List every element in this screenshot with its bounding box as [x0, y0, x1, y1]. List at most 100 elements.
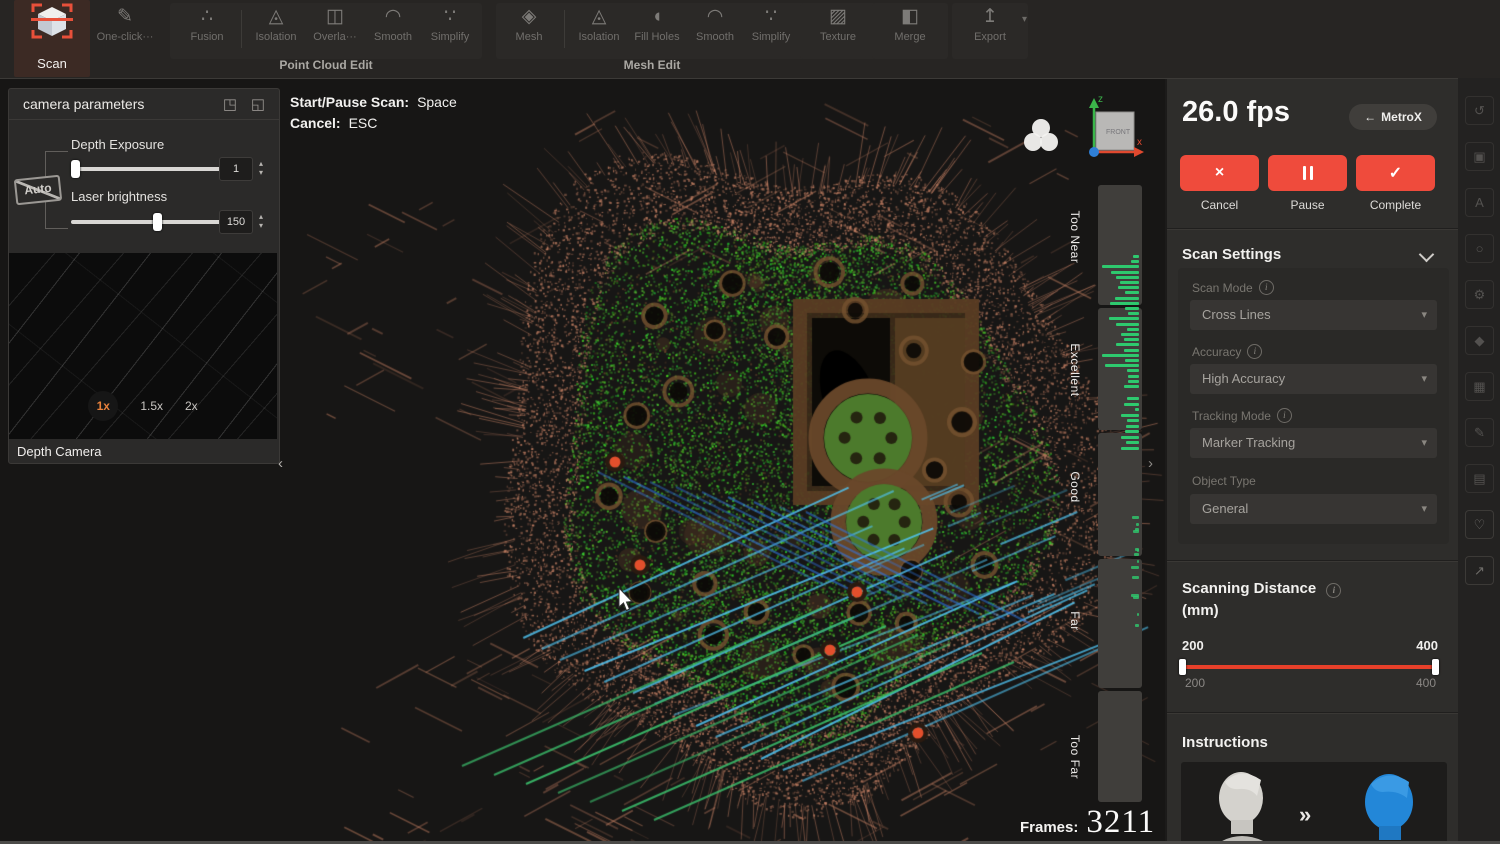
toolbar-fill-holes-button[interactable]: ◖ Fill Holes	[628, 6, 686, 56]
scanning-distance-slider[interactable]	[1183, 665, 1435, 669]
laser-brightness-stepper[interactable]: ▴▾	[255, 210, 267, 232]
nav-cube-face-label: FRONT	[1106, 129, 1131, 136]
depth-histogram-bar	[1137, 613, 1139, 616]
complete-scan-button[interactable]: ✓	[1356, 155, 1435, 191]
depth-histogram-bar	[1116, 323, 1139, 326]
collapse-left-panel-icon[interactable]: ‹	[278, 455, 283, 472]
isolation-icon: ◬	[269, 6, 284, 28]
object-type-select[interactable]: General▾	[1190, 494, 1437, 524]
mesh-icon: ◈	[522, 6, 537, 28]
instructions-title: Instructions	[1182, 734, 1268, 751]
depth-histogram-bar	[1121, 436, 1139, 439]
toolbar-mesh-smooth-button[interactable]: ◠ Smooth	[686, 6, 744, 56]
layers-icon[interactable]: ▤	[1465, 464, 1494, 493]
depth-exposure-label: Depth Exposure	[71, 137, 164, 152]
capture-icon[interactable]: ↺	[1465, 96, 1494, 125]
isolation-icon: ◬	[592, 6, 607, 28]
export-icon: ↥	[982, 6, 998, 28]
toolbar-separator	[241, 10, 242, 48]
color-mode-icon[interactable]	[1020, 115, 1062, 157]
depth-exposure-thumb[interactable]	[71, 160, 80, 178]
nav-cube[interactable]: z FRONT x	[1082, 90, 1144, 162]
toolbar-texture-button[interactable]: ▨ Texture	[809, 6, 867, 56]
toolbar-export-button[interactable]: ↥ Export	[961, 6, 1019, 56]
tracking-mode-select[interactable]: Marker Tracking▾	[1190, 428, 1437, 458]
mesh-edit-group-label: Mesh Edit	[496, 58, 808, 72]
laser-brightness-slider[interactable]	[71, 220, 221, 224]
scan-settings-box: Scan Modei Cross Lines▾ Accuracyi High A…	[1178, 268, 1449, 544]
share-icon[interactable]: ↗	[1465, 556, 1494, 585]
edit-icon[interactable]: ✎	[1465, 418, 1494, 447]
point-cloud-edit-group-label: Point Cloud Edit	[170, 58, 482, 72]
toolbar-pc-simplify-button[interactable]: ∵ Simplify	[421, 6, 479, 56]
popout-icon[interactable]: ◳	[223, 95, 237, 113]
accuracy-select[interactable]: High Accuracy▾	[1190, 364, 1437, 394]
object-type-label: Object Type	[1192, 474, 1256, 488]
depth-histogram-bar	[1125, 430, 1139, 433]
pause-scan-button[interactable]	[1268, 155, 1347, 191]
depth-histogram-bar	[1121, 447, 1139, 450]
toolbar-fusion-button[interactable]: ∴ Fusion	[178, 6, 236, 56]
accuracy-label: Accuracyi	[1192, 344, 1262, 359]
tracking-mode-label: Tracking Modei	[1192, 408, 1292, 423]
grid-icon[interactable]: ▦	[1465, 372, 1494, 401]
toolbar-mesh-isolation-button[interactable]: ◬ Isolation	[570, 6, 628, 56]
depth-exposure-slider[interactable]	[71, 167, 221, 171]
scan-mode-label: Scan Modei	[1192, 280, 1274, 295]
tab-scan[interactable]: Scan	[14, 0, 90, 77]
laser-brightness-value[interactable]: 150	[219, 210, 253, 234]
fusion-icon: ∴	[201, 6, 213, 28]
hint-start-pause: Start/Pause Scan:Space	[290, 94, 457, 110]
metrox-back-button[interactable]: ← MetroX	[1349, 104, 1437, 130]
zoom-2x-button[interactable]: 2x	[185, 399, 198, 413]
complete-label: Complete	[1356, 198, 1435, 212]
export-caret-icon[interactable]: ▾	[1022, 14, 1027, 25]
expand-right-icon[interactable]: ›	[1148, 455, 1153, 472]
toolbar-mesh-simplify-button[interactable]: ∵ Simplify	[742, 6, 800, 56]
auto-exposure-toggle[interactable]: Auto	[14, 175, 62, 206]
cascade-windows-icon[interactable]: ◱	[251, 95, 265, 113]
zoom-1-5x-button[interactable]: 1.5x	[140, 399, 163, 413]
circle-select-icon[interactable]: ○	[1465, 234, 1494, 263]
range-min-handle[interactable]	[1179, 659, 1186, 675]
laser-brightness-thumb[interactable]	[153, 213, 162, 231]
frames-value: 3211	[1086, 804, 1155, 841]
depth-histogram-bar	[1110, 302, 1139, 305]
info-icon: i	[1247, 344, 1262, 359]
scan-mode-select[interactable]: Cross Lines▾	[1190, 300, 1437, 330]
toolbar-separator	[564, 10, 565, 48]
chevron-down-icon[interactable]	[1419, 247, 1435, 263]
depth-histogram-bar	[1128, 380, 1139, 383]
record-icon[interactable]: ▣	[1465, 142, 1494, 171]
text-icon[interactable]: A	[1465, 188, 1494, 217]
quality-label-excellent: Excellent	[1068, 343, 1082, 396]
toolbar-overlap-button[interactable]: ◫ Overla···	[306, 6, 364, 56]
depth-histogram-bar	[1131, 260, 1139, 263]
range-min-sub: 200	[1185, 676, 1205, 690]
depth-exposure-value[interactable]: 1	[219, 157, 253, 181]
divider	[1167, 560, 1460, 561]
scanned-head-graphic	[1365, 774, 1413, 840]
range-max-handle[interactable]	[1432, 659, 1439, 675]
toolbar-pc-smooth-button[interactable]: ◠ Smooth	[364, 6, 422, 56]
toolbar-pc-isolation-button[interactable]: ◬ Isolation	[247, 6, 305, 56]
depth-histogram-bar	[1124, 338, 1139, 341]
depth-histogram-bar	[1137, 549, 1139, 552]
depth-histogram-bar	[1118, 286, 1139, 289]
toolbar-mesh-button[interactable]: ◈ Mesh	[500, 6, 558, 56]
info-icon: i	[1277, 408, 1292, 423]
zoom-1x-button[interactable]: 1x	[88, 391, 118, 421]
terrain-icon[interactable]: ◆	[1465, 326, 1494, 355]
tab-scan-label: Scan	[37, 56, 67, 71]
toolbar-merge-button[interactable]: ◧ Merge	[881, 6, 939, 56]
quality-bar-segment	[1098, 433, 1142, 556]
toolbar-one-click-button[interactable]: ✎ One-click···	[96, 6, 154, 56]
merge-icon: ◧	[901, 6, 919, 28]
settings-icon[interactable]: ⚙	[1465, 280, 1494, 309]
depth-exposure-stepper[interactable]: ▴▾	[255, 157, 267, 179]
cancel-label: Cancel	[1180, 198, 1259, 212]
favorite-icon[interactable]: ♡	[1465, 510, 1494, 539]
cancel-scan-button[interactable]: ×	[1180, 155, 1259, 191]
depth-histogram-bar	[1128, 312, 1139, 315]
close-icon: ×	[1215, 164, 1224, 182]
